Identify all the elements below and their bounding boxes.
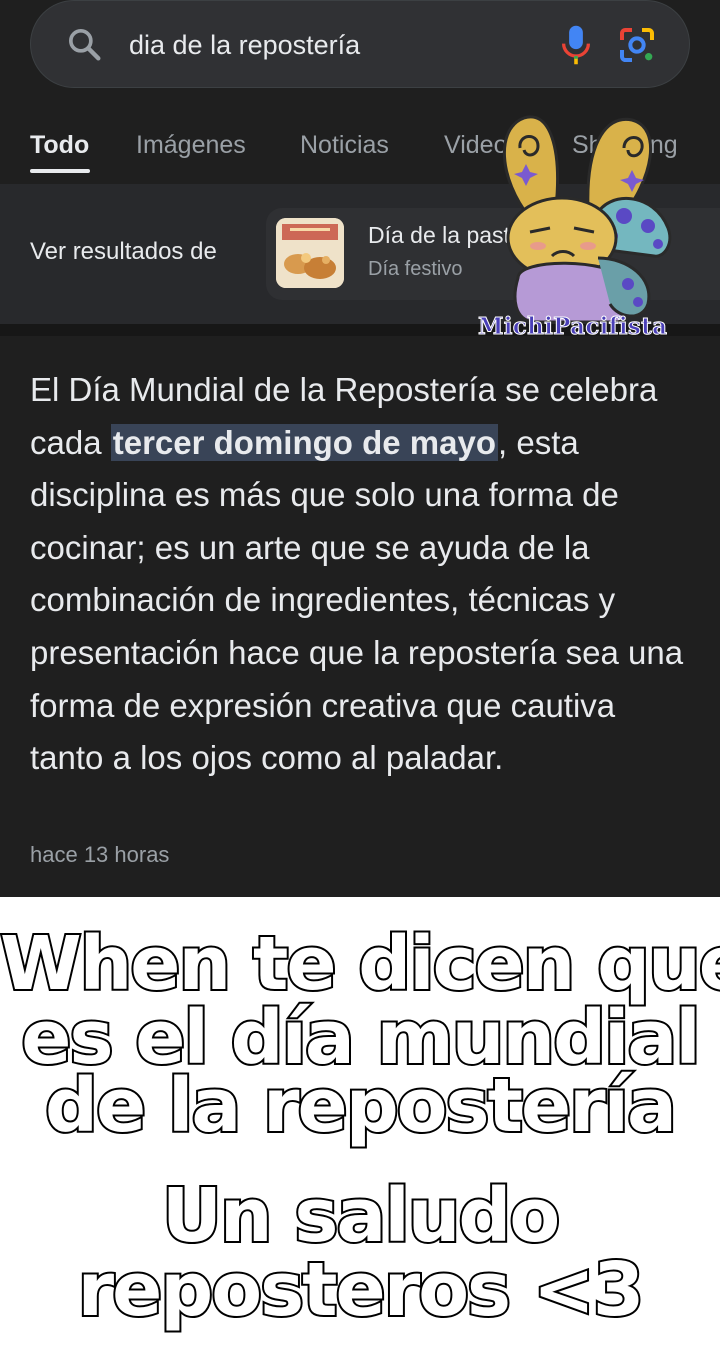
chip-thumbnail <box>276 218 344 288</box>
featured-snippet: El Día Mundial de la Repostería se celeb… <box>30 364 690 785</box>
mic-icon[interactable] <box>559 23 593 67</box>
tab-noticias[interactable]: Noticias <box>300 130 389 160</box>
meme-caption: When te dicen que es el día mundial de l… <box>0 897 720 1349</box>
bunny-sticker <box>503 115 672 324</box>
artist-watermark: MichiPacifista <box>477 313 668 341</box>
tab-todo[interactable]: Todo <box>30 130 89 160</box>
search-bar[interactable]: dia de la repostería <box>30 0 690 88</box>
caption-line-1: When te dicen que <box>0 921 720 1007</box>
search-icon[interactable] <box>65 25 105 65</box>
active-tab-indicator <box>30 169 90 173</box>
google-results-screenshot: dia de la repostería Todo Imágenes Notic… <box>0 0 720 897</box>
snippet-timestamp: hace 13 horas <box>30 842 170 867</box>
see-results-label: Ver resultados de <box>30 238 217 265</box>
caption-line-4: Un saludo <box>160 1173 562 1259</box>
caption-line-5: reposteros <3 <box>76 1247 647 1333</box>
caption-line-3: de la repostería <box>43 1063 679 1149</box>
search-query[interactable]: dia de la repostería <box>129 25 360 65</box>
snippet-text-after: , esta disciplina es más que solo una fo… <box>30 423 684 777</box>
chip-subtitle: Día festivo <box>368 258 463 280</box>
tab-imagenes[interactable]: Imágenes <box>136 130 246 160</box>
lens-icon[interactable] <box>617 25 657 65</box>
snippet-highlight: tercer domingo de mayo <box>110 423 498 461</box>
